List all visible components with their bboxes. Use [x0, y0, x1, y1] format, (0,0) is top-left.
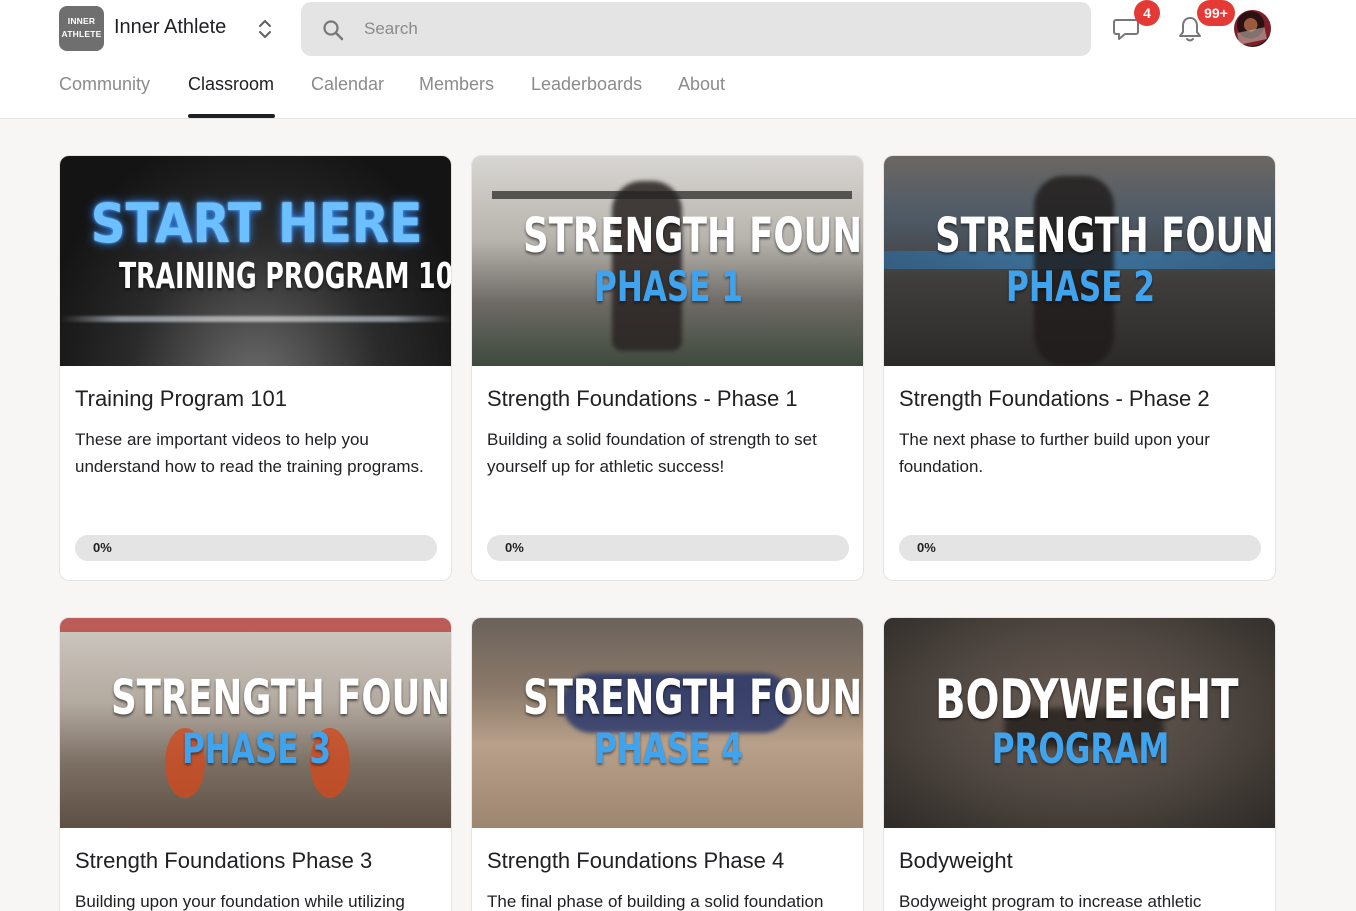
course-cover: BODYWEIGHT PROGRAM: [884, 618, 1275, 828]
tab-members[interactable]: Members: [419, 74, 494, 95]
cover-subtitle: PHASE 4: [594, 724, 743, 773]
search-bar[interactable]: Search: [301, 2, 1091, 56]
course-progress-bar: 0%: [487, 535, 849, 561]
cover-subtitle: PHASE 3: [182, 724, 331, 773]
course-card[interactable]: STRENGTH FOUNDATIONS PHASE 3 Strength Fo…: [59, 617, 452, 911]
logo-text-line1: INNER: [67, 16, 96, 26]
course-progress-bar: 0%: [75, 535, 437, 561]
course-title: Strength Foundations - Phase 2: [899, 386, 1210, 411]
course-cover: STRENGTH FOUNDATIONS PHASE 1: [472, 156, 863, 366]
search-icon: [323, 20, 344, 41]
cover-title: START HERE: [90, 192, 423, 255]
notification-badge: 99+: [1197, 0, 1235, 26]
course-card[interactable]: BODYWEIGHT PROGRAM Bodyweight Bodyweight…: [883, 617, 1276, 911]
group-logo[interactable]: INNER ATHLETE: [59, 6, 104, 51]
cover-subtitle: PHASE 2: [1006, 262, 1155, 311]
cover-title: BODYWEIGHT: [935, 668, 1239, 731]
search-input[interactable]: Search: [364, 19, 418, 39]
tab-leaderboards[interactable]: Leaderboards: [531, 74, 642, 95]
course-title: Training Program 101: [75, 386, 287, 411]
progress-label: 0%: [93, 540, 112, 555]
course-cover: STRENGTH FOUNDATIONS PHASE 3: [60, 618, 451, 828]
cover-title: STRENGTH FOUNDATIONS: [111, 670, 451, 726]
course-description: Bodyweight program to increase athletic: [899, 892, 1202, 911]
tab-community[interactable]: Community: [59, 74, 150, 95]
cover-title: STRENGTH FOUNDATIONS: [523, 208, 863, 264]
course-card[interactable]: START HERE TRAINING PROGRAM 101 Training…: [59, 155, 452, 581]
course-card[interactable]: STRENGTH FOUNDATIONS PHASE 4 Strength Fo…: [471, 617, 864, 911]
cover-title: STRENGTH FOUNDATIONS: [935, 208, 1275, 264]
course-title: Strength Foundations Phase 3: [75, 848, 373, 873]
course-title: Bodyweight: [899, 848, 1013, 873]
cover-subtitle: PROGRAM: [991, 724, 1170, 773]
course-progress-bar: 0%: [899, 535, 1261, 561]
course-card[interactable]: STRENGTH FOUNDATIONS PHASE 1 Strength Fo…: [471, 155, 864, 581]
progress-label: 0%: [917, 540, 936, 555]
cover-subtitle: TRAINING PROGRAM 101: [118, 256, 452, 297]
cover-subtitle: PHASE 1: [594, 262, 743, 311]
course-cover: STRENGTH FOUNDATIONS PHASE 4: [472, 618, 863, 828]
course-title: Strength Foundations Phase 4: [487, 848, 785, 873]
user-avatar[interactable]: [1234, 10, 1271, 47]
group-name[interactable]: Inner Athlete: [114, 16, 226, 39]
group-switcher-icon[interactable]: [256, 16, 274, 42]
cover-title: STRENGTH FOUNDATIONS: [523, 670, 863, 726]
course-title: Strength Foundations - Phase 1: [487, 386, 798, 411]
course-description: These are important videos to help you u…: [75, 430, 424, 476]
chat-unread-badge: 4: [1134, 0, 1160, 26]
logo-text-line2: ATHLETE: [61, 29, 102, 39]
progress-label: 0%: [505, 540, 524, 555]
tab-classroom[interactable]: Classroom: [188, 74, 274, 95]
tab-calendar[interactable]: Calendar: [311, 74, 384, 95]
course-description: The next phase to further build upon you…: [899, 430, 1210, 476]
tab-about[interactable]: About: [678, 74, 725, 95]
course-description: The final phase of building a solid foun…: [487, 892, 824, 911]
course-description: Building upon your foundation while util…: [75, 892, 405, 911]
course-cover: STRENGTH FOUNDATIONS PHASE 2: [884, 156, 1275, 366]
course-description: Building a solid foundation of strength …: [487, 430, 817, 476]
top-bar: INNER ATHLETE Inner Athlete Search 4 99+…: [0, 0, 1356, 119]
course-card[interactable]: STRENGTH FOUNDATIONS PHASE 2 Strength Fo…: [883, 155, 1276, 581]
active-tab-indicator: [188, 114, 275, 118]
course-cover: START HERE TRAINING PROGRAM 101: [60, 156, 452, 366]
